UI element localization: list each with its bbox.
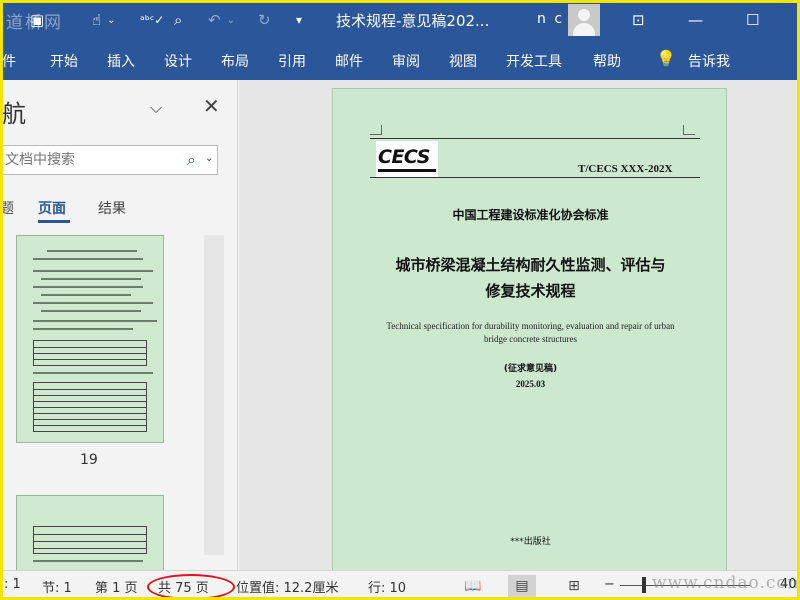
close-icon[interactable]: ✕ [203, 94, 220, 118]
read-mode-button[interactable]: 📖 [459, 575, 487, 597]
tab-results[interactable]: 结果 [98, 198, 126, 218]
publisher: ***出版社 [510, 537, 551, 547]
document-title-line2: 修复技术规程 [485, 282, 576, 300]
status-position[interactable]: 位置值: 12.2厘米 [236, 577, 338, 596]
english-title-line2: bridge concrete structures [484, 334, 577, 344]
tab-layout[interactable]: 布局 [221, 51, 249, 71]
maximize-icon: ☐ [746, 11, 760, 29]
undo-button[interactable]: ↶ ⌄ [208, 8, 235, 32]
navigation-pane: 航 ⌵ ✕ ⌕ ⌄ 题 页面 结果 19 [0, 80, 238, 570]
spelling-check-icon: ᵃᵇᶜ✓ [140, 13, 165, 27]
highlight-annotation [147, 574, 235, 600]
status-bar: : 1 节: 1 第 1 页 共 75 页 位置值: 12.2厘米 行: 10 … [0, 570, 800, 600]
watermark-bottom: www.cndao.com [652, 573, 800, 593]
undo-icon: ↶ [208, 11, 221, 29]
document-title-line1: 城市桥梁混凝土结构耐久性监测、评估与 [395, 256, 666, 274]
web-layout-button[interactable]: ⊞ [560, 575, 588, 597]
active-tab-indicator [38, 220, 70, 223]
draft-label: (征求意见稿) [503, 364, 558, 374]
navigation-heading: 航 [2, 100, 26, 128]
english-title-line1: Technical specification for durability m… [386, 321, 675, 331]
tell-me-search[interactable]: 告诉我 [688, 51, 730, 71]
tab-headings[interactable]: 题 [0, 198, 14, 218]
print-layout-icon: ▤ [515, 578, 529, 594]
thumbnail-page-number: 19 [80, 452, 98, 468]
status-line[interactable]: 行: 10 [368, 577, 406, 596]
tab-view[interactable]: 视图 [449, 51, 477, 71]
page-thumbnail-20[interactable] [16, 495, 164, 570]
status-page-info[interactable]: : 1 [4, 577, 21, 592]
chevron-down-icon[interactable]: ⌄ [205, 153, 213, 164]
lightbulb-icon: 💡 [656, 49, 676, 68]
code-rule [370, 177, 700, 178]
read-mode-icon: 📖 [464, 578, 482, 594]
zoom-out-button[interactable]: − [604, 577, 615, 592]
chevron-down-icon: ⌄ [107, 14, 116, 26]
chevron-down-icon[interactable]: ⌵ [150, 98, 162, 118]
ribbon-tabs: 件 开始 插入 设计 布局 引用 邮件 审阅 视图 开发工具 帮助 💡 告诉我 [0, 40, 800, 80]
chevron-down-icon: ⌄ [226, 14, 235, 26]
minimize-button[interactable]: — [688, 8, 703, 32]
navigation-scrollbar[interactable] [204, 235, 224, 555]
title-bar: 道桥网 ▣ ☝ ⌄ ᵃᵇᶜ✓ ⌕ ↶ ⌄ ↻ ▾ 技术规程-意见稿202... n … [0, 0, 800, 40]
header-rule [370, 138, 700, 139]
crop-mark [370, 125, 382, 135]
tab-mailings[interactable]: 邮件 [335, 51, 363, 71]
customize-qat-icon: ▾ [296, 13, 303, 27]
tab-insert[interactable]: 插入 [107, 51, 135, 71]
print-preview-icon: ⌕ [174, 11, 183, 29]
standard-code: T/CECS XXX-202X [578, 163, 673, 175]
touch-mode-button[interactable]: ☝ ⌄ [92, 8, 116, 32]
customize-qat-button[interactable]: ▾ [296, 8, 302, 32]
touch-mode-icon: ☝ [92, 11, 102, 29]
zoom-slider-thumb[interactable] [642, 577, 646, 593]
cecs-logo: CECS [376, 141, 438, 177]
tab-review[interactable]: 审阅 [392, 51, 420, 71]
window-title: 技术规程-意见稿202... [336, 12, 490, 30]
print-layout-button[interactable]: ▤ [508, 575, 536, 597]
spelling-check-button[interactable]: ᵃᵇᶜ✓ [140, 8, 164, 32]
user-name[interactable]: n c [537, 11, 564, 27]
minimize-icon: — [688, 11, 703, 29]
ribbon-display-icon: ⊡ [632, 11, 645, 29]
status-section[interactable]: 节: 1 [42, 577, 72, 596]
document-date: 2025.03 [515, 379, 546, 389]
tab-file[interactable]: 件 [2, 51, 16, 71]
redo-button[interactable]: ↻ [258, 8, 271, 32]
document-page[interactable]: CECS T/CECS XXX-202X 中国工程建设标准化协会标准 城市桥梁混… [332, 88, 727, 570]
save-icon: ▣ [30, 11, 45, 29]
save-button[interactable]: ▣ [30, 8, 44, 32]
tab-developer[interactable]: 开发工具 [506, 51, 562, 71]
navigation-search[interactable]: ⌕ ⌄ [0, 145, 218, 175]
tab-help[interactable]: 帮助 [593, 51, 621, 71]
document-area[interactable]: CECS T/CECS XXX-202X 中国工程建设标准化协会标准 城市桥梁混… [239, 80, 800, 570]
tab-pages[interactable]: 页面 [38, 198, 66, 218]
tab-references[interactable]: 引用 [278, 51, 306, 71]
maximize-button[interactable]: ☐ [746, 8, 759, 32]
search-input[interactable] [5, 150, 175, 170]
page-thumbnail-19[interactable] [16, 235, 164, 443]
crop-mark [683, 125, 695, 135]
search-icon[interactable]: ⌕ [187, 150, 196, 170]
avatar[interactable] [568, 4, 600, 36]
status-page[interactable]: 第 1 页 [95, 577, 138, 596]
web-layout-icon: ⊞ [568, 578, 580, 594]
tab-design[interactable]: 设计 [164, 51, 192, 71]
print-preview-button[interactable]: ⌕ [174, 8, 182, 32]
redo-icon: ↻ [258, 11, 271, 29]
tab-home[interactable]: 开始 [50, 51, 78, 71]
minus-icon: − [604, 577, 615, 592]
association-name: 中国工程建设标准化协会标准 [452, 208, 609, 222]
ribbon-display-options-button[interactable]: ⊡ [632, 8, 645, 32]
zoom-level[interactable]: 40 [780, 577, 797, 592]
